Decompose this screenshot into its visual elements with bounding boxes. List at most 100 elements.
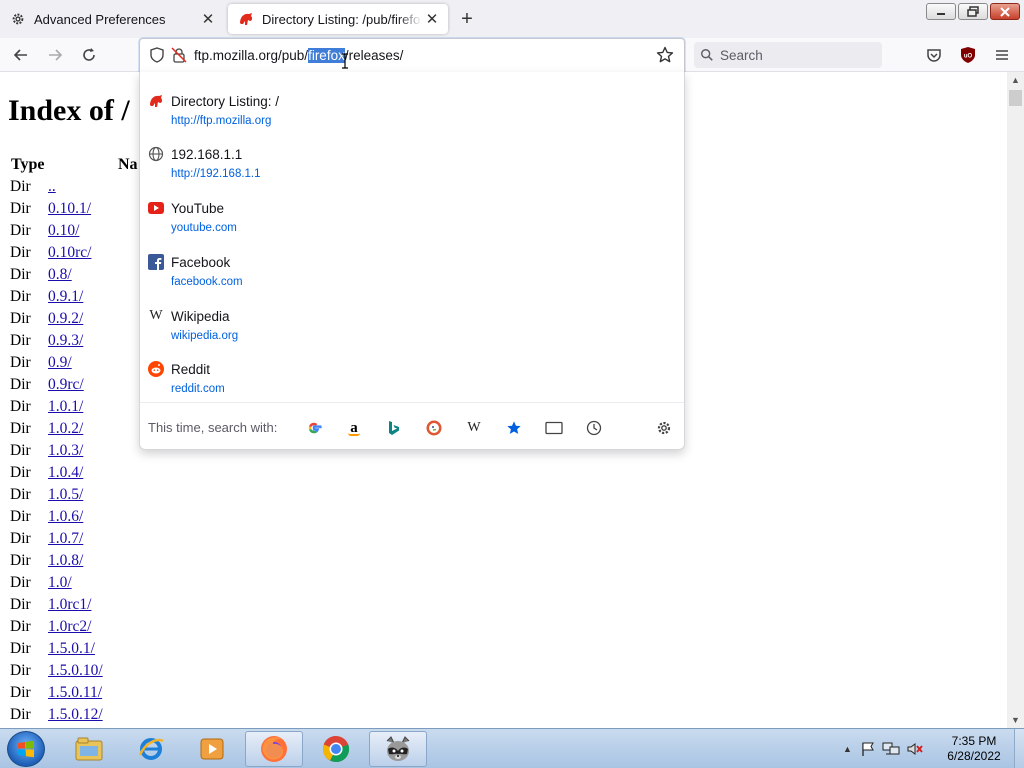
taskbar-explorer[interactable]	[60, 731, 118, 767]
directory-link[interactable]: 0.9.1/	[48, 288, 83, 306]
suggestion-url: youtube.com	[171, 222, 237, 234]
search-input[interactable]: Search	[694, 42, 882, 68]
tabs-icon[interactable]	[542, 416, 566, 440]
reddit-icon	[148, 361, 164, 377]
search-placeholder: Search	[720, 47, 763, 63]
tab-advanced-preferences[interactable]: Advanced Preferences ✕	[0, 4, 224, 34]
directory-link[interactable]: 1.5.0.10/	[48, 662, 103, 680]
row-type: Dir	[10, 178, 31, 195]
url-text[interactable]: ftp.mozilla.org/pub/firefox/releases/	[194, 48, 403, 63]
taskbar-chrome[interactable]	[307, 731, 365, 767]
directory-link[interactable]: 1.0.1/	[48, 398, 83, 416]
reload-button[interactable]	[76, 42, 102, 68]
suggestion-ip-address[interactable]: 192.168.1.1 http://192.168.1.1	[140, 133, 684, 185]
amazon-icon[interactable]: a	[342, 416, 366, 440]
suggestion-directory-listing[interactable]: Directory Listing: / http://ftp.mozilla.…	[140, 80, 684, 132]
action-center-flag-icon[interactable]	[860, 741, 876, 757]
new-tab-button[interactable]: +	[456, 8, 478, 30]
suggestion-youtube[interactable]: YouTube youtube.com	[140, 187, 684, 239]
table-row: Dir 1.5.0.10/	[10, 660, 103, 682]
bing-icon[interactable]	[382, 416, 406, 440]
directory-link[interactable]: 1.0.4/	[48, 464, 83, 482]
show-hidden-icons-icon[interactable]: ▲	[843, 744, 852, 754]
menu-button[interactable]	[989, 42, 1015, 68]
address-bar[interactable]: ftp.mozilla.org/pub/firefox/releases/	[139, 38, 685, 72]
directory-link[interactable]: ..	[48, 178, 56, 196]
window-close-button[interactable]	[990, 3, 1020, 20]
directory-link[interactable]: 1.5.0.1/	[48, 640, 95, 658]
table-row: Dir 0.9.2/	[10, 308, 103, 330]
windows-logo-icon	[18, 740, 34, 758]
duckduckgo-icon[interactable]	[422, 416, 446, 440]
directory-link[interactable]: 1.0/	[48, 574, 72, 592]
scroll-down-arrow-icon[interactable]: ▼	[1007, 712, 1024, 728]
directory-link[interactable]: 1.0rc1/	[48, 596, 91, 614]
directory-link[interactable]: 1.0.8/	[48, 552, 83, 570]
directory-link[interactable]: 1.5.0.11/	[48, 684, 102, 702]
pocket-button[interactable]	[921, 42, 947, 68]
directory-link[interactable]: 0.9rc/	[48, 376, 84, 394]
taskbar-media-player[interactable]	[183, 731, 241, 767]
directory-link[interactable]: 0.9.2/	[48, 310, 83, 328]
row-type: Dir	[10, 244, 31, 261]
table-row: Dir 1.0.4/	[10, 462, 103, 484]
scrollbar-thumb[interactable]	[1009, 90, 1022, 106]
tracking-protection-shield-icon[interactable]	[149, 47, 165, 63]
minimize-button[interactable]	[926, 3, 956, 20]
suggestion-reddit[interactable]: Reddit reddit.com	[140, 348, 684, 400]
directory-link[interactable]: 1.0.5/	[48, 486, 83, 504]
directory-link[interactable]: 1.5.0.12/	[48, 706, 103, 724]
directory-link[interactable]: 0.9/	[48, 354, 72, 372]
row-type: Dir	[10, 640, 31, 657]
directory-link[interactable]: 0.8/	[48, 266, 72, 284]
volume-muted-icon[interactable]	[906, 741, 924, 757]
close-icon[interactable]: ✕	[422, 9, 442, 29]
suggestion-wikipedia[interactable]: W Wikipedia wikipedia.org	[140, 295, 684, 347]
directory-link[interactable]: 1.0.7/	[48, 530, 83, 548]
row-type: Dir	[10, 200, 31, 217]
internet-explorer-icon	[138, 738, 164, 760]
start-button[interactable]	[7, 731, 45, 767]
directory-link[interactable]: 0.10/	[48, 222, 79, 240]
network-icon[interactable]	[882, 741, 900, 757]
clock-time: 7:35 PM	[951, 734, 997, 748]
table-row: Dir 1.0.8/	[10, 550, 103, 572]
back-button[interactable]	[8, 42, 34, 68]
ublock-icon: uO	[961, 47, 975, 63]
ublock-origin-button[interactable]: uO	[955, 42, 981, 68]
row-type: Dir	[10, 376, 31, 393]
suggestion-facebook[interactable]: Facebook facebook.com	[140, 241, 684, 293]
bookmark-star-icon[interactable]	[656, 46, 674, 64]
google-icon[interactable]	[302, 416, 326, 440]
svg-text:uO: uO	[964, 54, 973, 60]
taskbar-firefox[interactable]	[245, 731, 303, 767]
directory-link[interactable]: 1.0.2/	[48, 420, 83, 438]
vertical-scrollbar[interactable]: ▲ ▼	[1007, 72, 1024, 728]
facebook-icon	[148, 254, 164, 270]
directory-link[interactable]: 0.10.1/	[48, 200, 91, 218]
system-clock[interactable]: 7:35 PM 6/28/2022	[938, 734, 1010, 764]
suggestion-title: 192.168.1.1	[171, 147, 243, 162]
forward-button[interactable]	[42, 42, 68, 68]
url-selected-text: firefox	[308, 48, 345, 63]
row-type: Dir	[10, 662, 31, 679]
search-settings-gear-icon[interactable]	[652, 416, 676, 440]
taskbar-raccoon-app[interactable]	[369, 731, 427, 767]
bookmarks-star-icon[interactable]	[502, 416, 526, 440]
wikipedia-icon[interactable]: W	[462, 416, 486, 440]
directory-link[interactable]: 0.9.3/	[48, 332, 83, 350]
directory-link[interactable]: 1.0.6/	[48, 508, 83, 526]
restore-button[interactable]	[958, 3, 988, 20]
history-icon[interactable]	[582, 416, 606, 440]
row-type: Dir	[10, 288, 31, 305]
scroll-up-arrow-icon[interactable]: ▲	[1007, 72, 1024, 88]
directory-link[interactable]: 1.0.3/	[48, 442, 83, 460]
directory-link[interactable]: 1.0rc2/	[48, 618, 91, 636]
mozilla-dino-icon	[238, 11, 254, 27]
insecure-lock-icon[interactable]	[171, 47, 187, 63]
directory-link[interactable]: 0.10rc/	[48, 244, 91, 262]
tab-directory-listing[interactable]: Directory Listing: /pub/firefox/releases…	[228, 4, 448, 34]
show-desktop-button[interactable]	[1014, 729, 1024, 768]
close-icon[interactable]: ✕	[198, 9, 218, 29]
taskbar-internet-explorer[interactable]	[122, 731, 180, 767]
